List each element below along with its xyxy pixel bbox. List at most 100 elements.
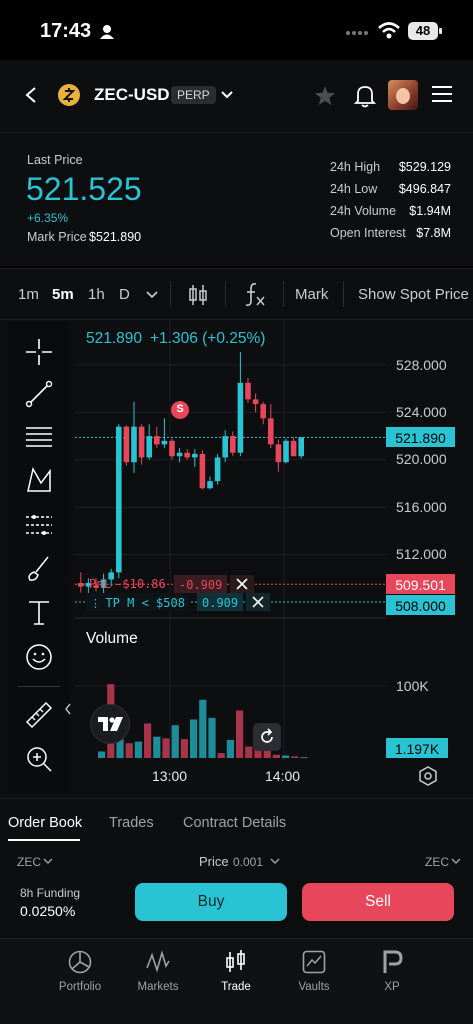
nav-portfolio[interactable]: Portfolio [35, 939, 125, 999]
volume-bar [226, 739, 234, 758]
indicators-fx-icon[interactable] [242, 281, 268, 309]
crosshair-icon[interactable] [24, 337, 54, 367]
candle [78, 583, 84, 587]
candle [169, 440, 175, 457]
toolbar-divider [343, 281, 344, 307]
y-tick: 516.000 [396, 499, 447, 515]
status-bar: 17:43 48 [0, 0, 473, 60]
star-icon[interactable] [314, 85, 336, 106]
pattern-icon[interactable] [24, 465, 54, 495]
zcash-logo-icon [58, 84, 80, 106]
close-tp-icon[interactable] [246, 593, 270, 611]
candle [252, 399, 259, 405]
stat-value: $496.847 [398, 182, 451, 196]
interval-5m[interactable]: 5m [52, 286, 74, 303]
nav-xp[interactable]: XP [347, 939, 437, 999]
battery-tip [439, 28, 442, 34]
volume-bar [291, 756, 299, 758]
horizontal-lines-icon[interactable] [24, 422, 54, 452]
fib-tools-icon[interactable] [24, 510, 54, 540]
reset-icon [261, 728, 273, 743]
bell-icon[interactable] [354, 84, 376, 108]
x-tick: 14:00 [265, 768, 301, 784]
interval-d[interactable]: D [119, 286, 130, 303]
nav-markets[interactable]: Markets [113, 939, 203, 999]
show-spot-price-toggle[interactable]: Show Spot Price [358, 286, 470, 303]
chevron-down-icon[interactable] [221, 91, 233, 99]
volume-bar [162, 738, 170, 758]
market-tabs: Order Book Trades Contract Details [0, 798, 473, 846]
volume-bar [282, 755, 290, 758]
price-chart[interactable]: 521.890 +1.306 (+0.25%) 528.000 524.000 … [0, 320, 473, 798]
chevron-down-icon[interactable] [270, 858, 280, 865]
collapse-toolbar-icon[interactable] [64, 702, 72, 716]
settings-hex-icon[interactable] [418, 766, 438, 786]
buy-button-label: Buy [197, 893, 225, 910]
market-header: ZEC-USD PERP [0, 60, 473, 132]
stat-value: $1.94M [409, 204, 451, 218]
x-tick: 13:00 [152, 768, 188, 784]
pair-name[interactable]: ZEC-USD [94, 85, 170, 105]
tp-label: TP M < $508 [105, 596, 185, 610]
zoom-in-icon[interactable] [24, 744, 54, 774]
tab-contract-details[interactable]: Contract Details [183, 815, 286, 831]
volume-bar [98, 751, 106, 758]
tp-qty: 0.909 [202, 596, 239, 610]
last-price-label: Last Price [27, 153, 83, 167]
volume-label: Volume [86, 630, 138, 647]
text-tool-icon[interactable] [24, 597, 54, 627]
volume-bar [208, 717, 216, 758]
brush-icon[interactable] [24, 554, 54, 584]
close-pnl-icon[interactable] [230, 575, 254, 593]
stat-label: 24h High [330, 160, 381, 174]
tp-line-tag[interactable]: ⋮ TP M < $508 [86, 593, 189, 611]
interval-1h[interactable]: 1h [88, 286, 105, 303]
menu-icon[interactable] [431, 85, 453, 103]
tp-qty-tag: 0.909 [197, 593, 244, 611]
back-chevron-icon[interactable] [24, 86, 38, 104]
price-change: +6.35% [27, 211, 69, 225]
left-unit-select[interactable]: ZEC [17, 855, 41, 869]
markets-icon [146, 950, 170, 973]
price-step-select[interactable]: 0.001 [233, 855, 263, 869]
chevron-down-icon[interactable] [43, 858, 53, 865]
chevron-down-icon[interactable] [451, 858, 461, 865]
candle [176, 452, 183, 457]
mark-price-value: $521.890 [89, 230, 142, 244]
drawing-toolbar [8, 322, 72, 792]
pnl-qty-tag: -0.909 [174, 575, 228, 593]
candle [298, 437, 304, 457]
nav-label: XP [384, 981, 400, 993]
drag-handle-icon[interactable]: ⋮ [90, 597, 101, 610]
y-tick: 528.000 [396, 357, 447, 373]
nav-vaults[interactable]: Vaults [269, 939, 359, 999]
avatar[interactable] [388, 80, 418, 110]
candle [192, 453, 198, 458]
candle [199, 453, 206, 489]
right-unit-select[interactable]: ZEC [425, 855, 449, 869]
sell-button[interactable]: Sell [302, 883, 454, 921]
nav-label: Portfolio [58, 981, 102, 993]
trade-icon [226, 950, 245, 972]
candle [207, 481, 213, 489]
chevron-down-icon[interactable] [146, 291, 158, 299]
interval-1m[interactable]: 1m [18, 286, 39, 303]
candles-icon[interactable] [186, 283, 210, 307]
volume-bar [272, 754, 280, 758]
stat-value: $529.129 [398, 160, 451, 174]
volume-current-label: 1.197K [394, 741, 440, 757]
tab-order-book[interactable]: Order Book [8, 815, 82, 831]
candle [260, 404, 266, 419]
y-tick: 520.000 [396, 451, 447, 467]
trendline-icon[interactable] [24, 379, 54, 409]
pnl-line-tag[interactable]: PnL -$10.86 [86, 575, 169, 593]
tab-trades[interactable]: Trades [109, 815, 154, 831]
price-summary: Last Price 521.525 +6.35% Mark Price $52… [0, 132, 473, 266]
emoji-icon[interactable] [24, 642, 54, 672]
ruler-icon[interactable] [24, 700, 54, 730]
mark-price-toggle[interactable]: Mark [295, 286, 328, 303]
candle [146, 436, 152, 458]
nav-trade[interactable]: Trade [191, 939, 281, 999]
buy-button[interactable]: Buy [135, 883, 287, 921]
nav-label: Trade [221, 981, 251, 993]
